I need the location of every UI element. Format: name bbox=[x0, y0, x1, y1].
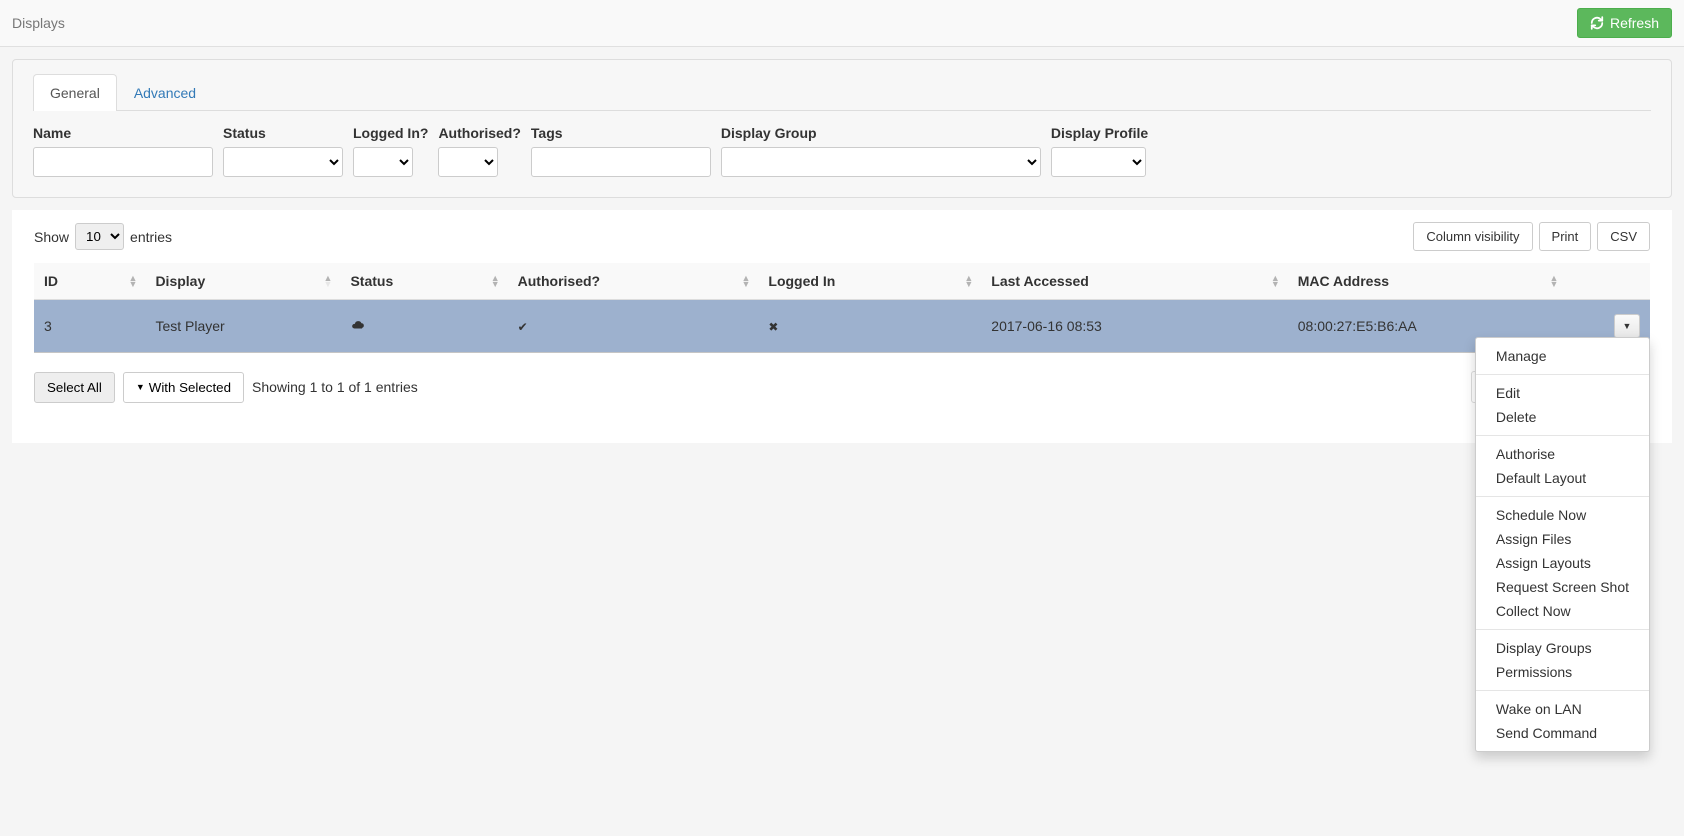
authorised-select[interactable] bbox=[438, 147, 498, 177]
caret-down-icon: ▼ bbox=[1623, 321, 1632, 331]
menu-divider bbox=[1476, 629, 1649, 630]
table-header-row: ID▲▼ Display▲▼ Status▲▼ Authorised?▲▼ Lo… bbox=[34, 263, 1650, 300]
filter-panel: General Advanced Name Status Logged In? … bbox=[12, 59, 1672, 198]
filter-status-label: Status bbox=[223, 125, 343, 141]
refresh-label: Refresh bbox=[1610, 15, 1659, 31]
column-visibility-button[interactable]: Column visibility bbox=[1413, 222, 1532, 251]
menu-item-authorise[interactable]: Authorise bbox=[1476, 442, 1649, 466]
filter-authorised-label: Authorised? bbox=[438, 125, 520, 141]
menu-divider bbox=[1476, 435, 1649, 436]
filter-name: Name bbox=[33, 125, 213, 177]
cloud-icon bbox=[350, 318, 366, 332]
menu-item-permissions[interactable]: Permissions bbox=[1476, 660, 1649, 684]
cell-display: Test Player bbox=[145, 300, 340, 353]
filter-display-group: Display Group bbox=[721, 125, 1041, 177]
show-entries: Show 10 entries bbox=[34, 223, 172, 250]
sort-icon: ▲▼ bbox=[964, 275, 973, 287]
filter-tags-label: Tags bbox=[531, 125, 711, 141]
displays-table: ID▲▼ Display▲▼ Status▲▼ Authorised?▲▼ Lo… bbox=[34, 263, 1650, 353]
col-mac-address[interactable]: MAC Address▲▼ bbox=[1288, 263, 1567, 300]
filter-name-label: Name bbox=[33, 125, 213, 141]
bottom-left: Select All ▼ With Selected Showing 1 to … bbox=[34, 372, 418, 403]
filter-status: Status bbox=[223, 125, 343, 177]
display-group-select[interactable] bbox=[721, 147, 1041, 177]
menu-divider bbox=[1476, 374, 1649, 375]
caret-down-icon: ▼ bbox=[136, 382, 145, 392]
sort-icon: ▲▼ bbox=[1271, 275, 1280, 287]
table-controls-top: Show 10 entries Column visibility Print … bbox=[34, 222, 1650, 251]
cell-last-accessed: 2017-06-16 08:53 bbox=[981, 300, 1287, 353]
page-title: Displays bbox=[12, 15, 65, 31]
entries-label: entries bbox=[130, 229, 172, 245]
csv-button[interactable]: CSV bbox=[1597, 222, 1650, 251]
entries-info: Showing 1 to 1 of 1 entries bbox=[252, 379, 418, 395]
menu-item-send-command[interactable]: Send Command bbox=[1476, 721, 1649, 745]
menu-item-wake-on-lan[interactable]: Wake on LAN bbox=[1476, 697, 1649, 721]
menu-item-manage[interactable]: Manage bbox=[1476, 344, 1649, 368]
filter-display-group-label: Display Group bbox=[721, 125, 1041, 141]
refresh-icon bbox=[1590, 16, 1604, 30]
col-logged-in[interactable]: Logged In▲▼ bbox=[758, 263, 981, 300]
cell-authorised bbox=[508, 300, 759, 353]
menu-item-edit[interactable]: Edit bbox=[1476, 381, 1649, 405]
bottom-controls: Select All ▼ With Selected Showing 1 to … bbox=[34, 371, 1650, 403]
cell-id: 3 bbox=[34, 300, 145, 353]
times-icon bbox=[768, 318, 778, 334]
menu-item-display-groups[interactable]: Display Groups bbox=[1476, 636, 1649, 660]
col-display[interactable]: Display▲▼ bbox=[145, 263, 340, 300]
sort-icon: ▲▼ bbox=[324, 275, 333, 287]
tab-advanced[interactable]: Advanced bbox=[117, 74, 213, 111]
menu-item-collect-now[interactable]: Collect Now bbox=[1476, 599, 1649, 623]
refresh-button[interactable]: Refresh bbox=[1577, 8, 1672, 38]
menu-divider bbox=[1476, 690, 1649, 691]
entries-select[interactable]: 10 bbox=[75, 223, 124, 250]
select-all-button[interactable]: Select All bbox=[34, 372, 115, 403]
show-label: Show bbox=[34, 229, 69, 245]
with-selected-button[interactable]: ▼ With Selected bbox=[123, 372, 244, 403]
row-action-button[interactable]: ▼ bbox=[1614, 314, 1640, 338]
menu-divider bbox=[1476, 496, 1649, 497]
menu-item-default-layout[interactable]: Default Layout bbox=[1476, 466, 1649, 490]
logged-in-select[interactable] bbox=[353, 147, 413, 177]
col-actions bbox=[1566, 263, 1650, 300]
col-id[interactable]: ID▲▼ bbox=[34, 263, 145, 300]
menu-item-request-screen-shot[interactable]: Request Screen Shot bbox=[1476, 575, 1649, 599]
filter-display-profile-label: Display Profile bbox=[1051, 125, 1148, 141]
row-action-menu: Manage EditDelete AuthoriseDefault Layout S… bbox=[1475, 337, 1650, 752]
filter-row: Name Status Logged In? Authorised? Tags … bbox=[33, 125, 1651, 177]
cell-status bbox=[340, 300, 507, 353]
filter-logged-in-label: Logged In? bbox=[353, 125, 428, 141]
col-last-accessed[interactable]: Last Accessed▲▼ bbox=[981, 263, 1287, 300]
cell-logged-in bbox=[758, 300, 981, 353]
name-input[interactable] bbox=[33, 147, 213, 177]
tags-input[interactable] bbox=[531, 147, 711, 177]
print-button[interactable]: Print bbox=[1539, 222, 1592, 251]
with-selected-label: With Selected bbox=[149, 380, 231, 395]
filter-tabs: General Advanced bbox=[33, 74, 1651, 111]
menu-item-assign-layouts[interactable]: Assign Layouts bbox=[1476, 551, 1649, 575]
filter-display-profile: Display Profile bbox=[1051, 125, 1148, 177]
sort-icon: ▲▼ bbox=[491, 275, 500, 287]
table-row[interactable]: 3 Test Player 2017-06-16 08:53 08:00:27:… bbox=[34, 300, 1650, 353]
filter-tags: Tags bbox=[531, 125, 711, 177]
col-authorised[interactable]: Authorised?▲▼ bbox=[508, 263, 759, 300]
sort-icon: ▲▼ bbox=[129, 275, 138, 287]
col-status[interactable]: Status▲▼ bbox=[340, 263, 507, 300]
content-area: Show 10 entries Column visibility Print … bbox=[12, 210, 1672, 443]
filter-authorised: Authorised? bbox=[438, 125, 520, 177]
top-bar: Displays Refresh bbox=[0, 0, 1684, 47]
sort-icon: ▲▼ bbox=[741, 275, 750, 287]
menu-item-schedule-now[interactable]: Schedule Now bbox=[1476, 503, 1649, 527]
check-icon bbox=[518, 318, 528, 334]
filter-logged-in: Logged In? bbox=[353, 125, 428, 177]
sort-icon: ▲▼ bbox=[1549, 275, 1558, 287]
menu-item-assign-files[interactable]: Assign Files bbox=[1476, 527, 1649, 551]
export-buttons: Column visibility Print CSV bbox=[1413, 222, 1650, 251]
display-profile-select[interactable] bbox=[1051, 147, 1146, 177]
tab-general[interactable]: General bbox=[33, 74, 117, 111]
menu-item-delete[interactable]: Delete bbox=[1476, 405, 1649, 429]
status-select[interactable] bbox=[223, 147, 343, 177]
